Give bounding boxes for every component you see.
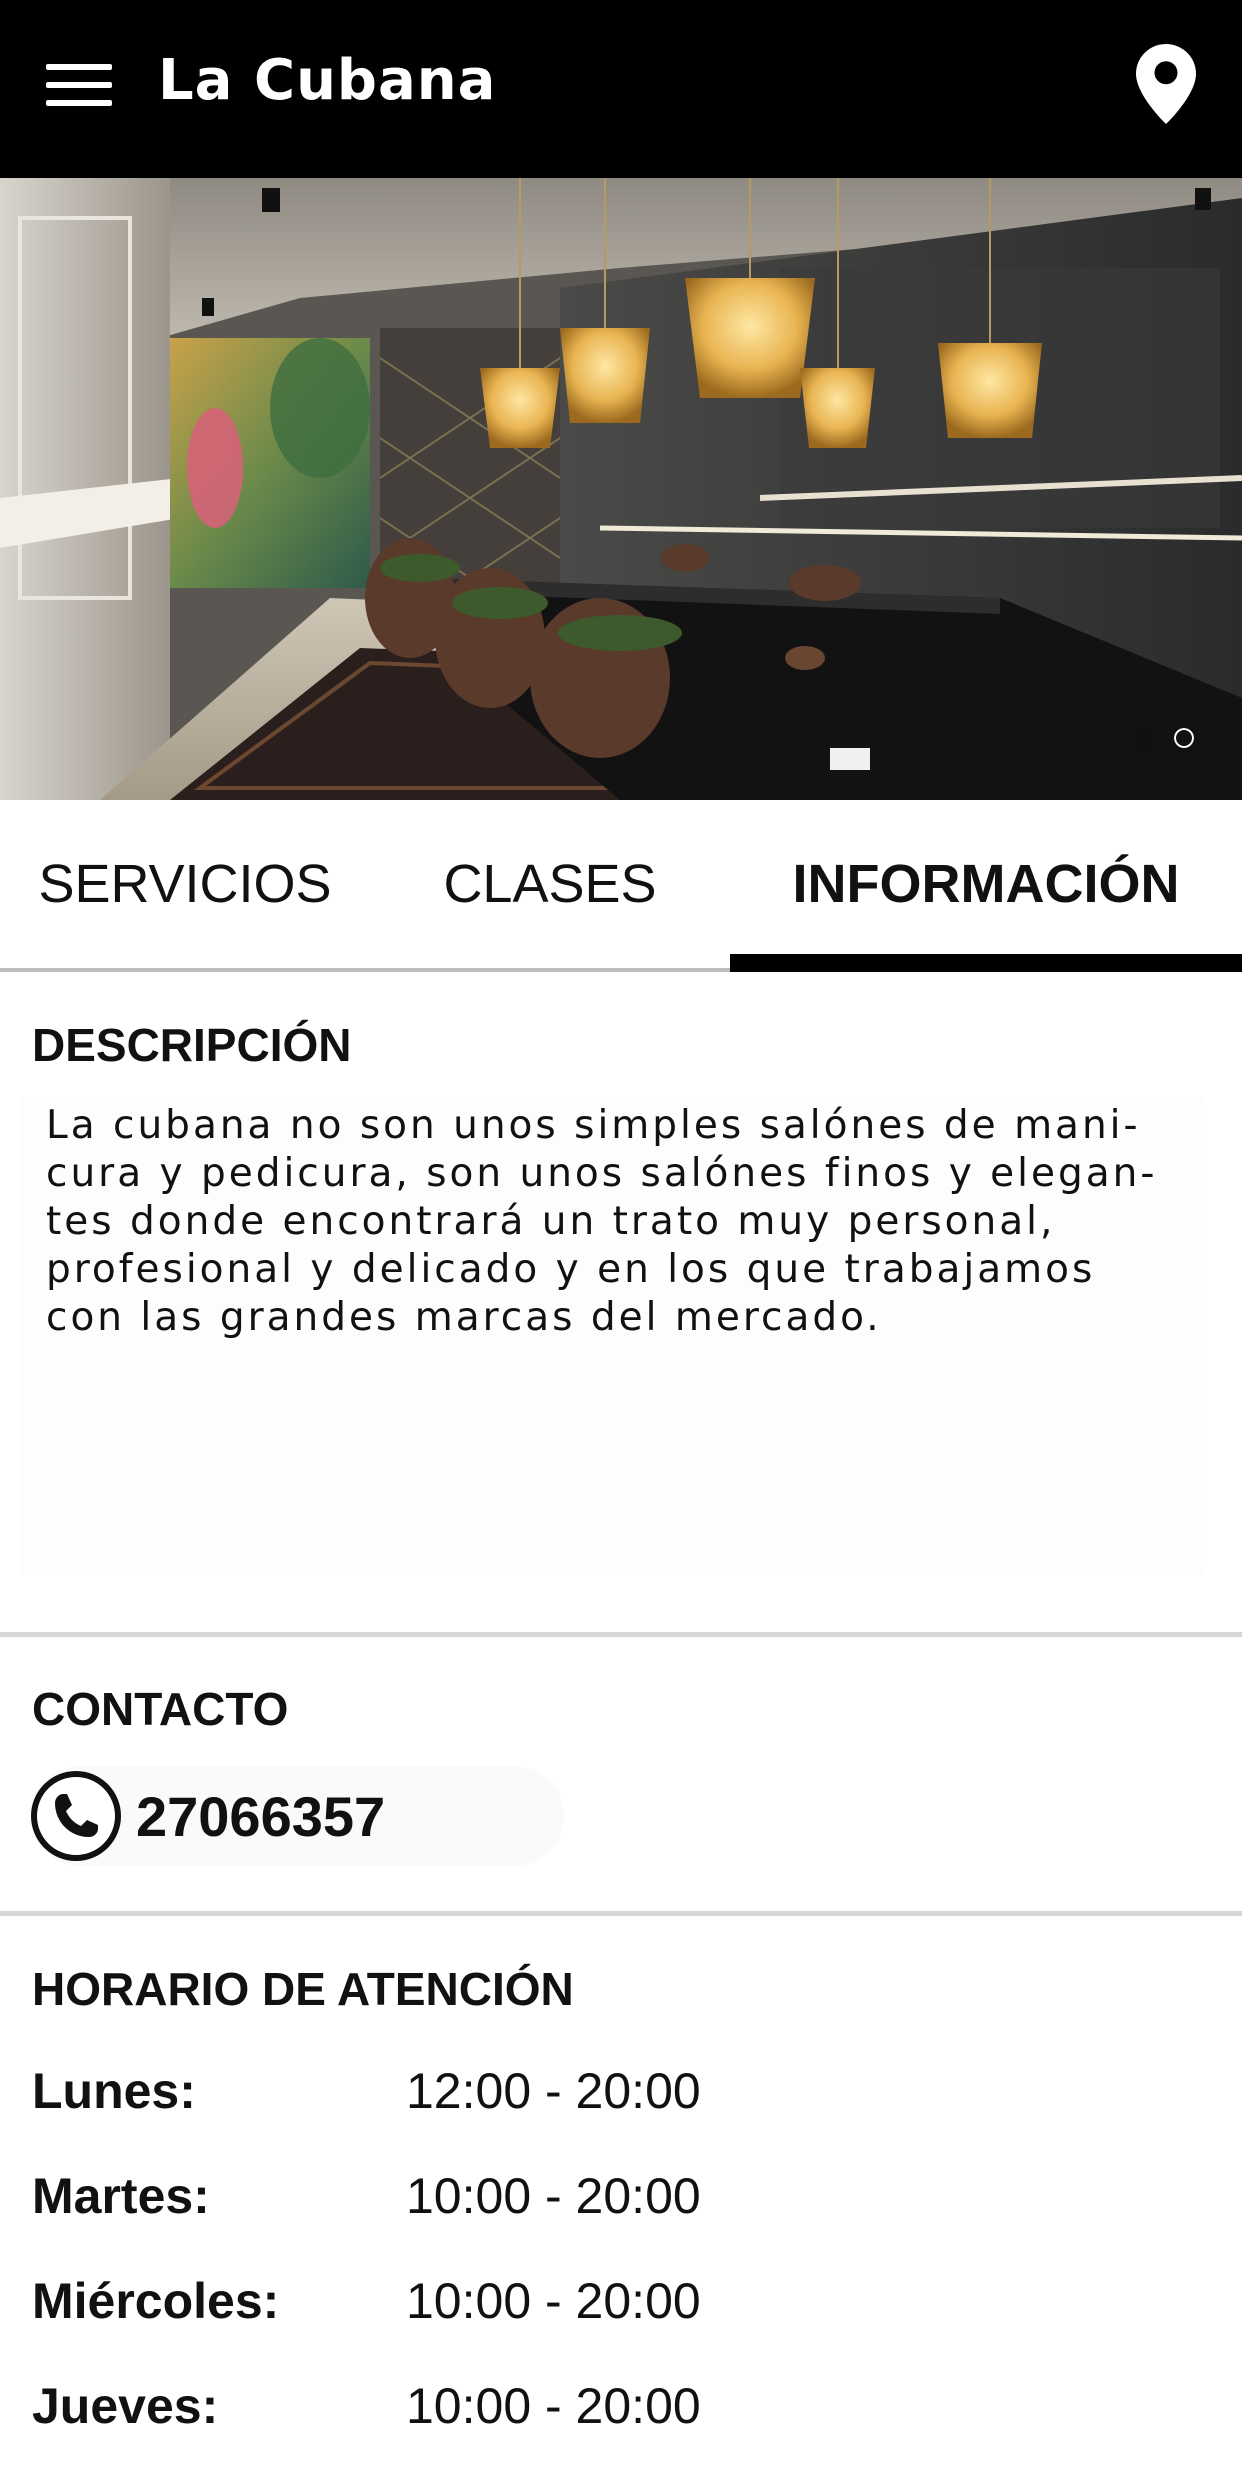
carousel-image (0, 178, 1242, 800)
map-pin-icon[interactable] (1136, 44, 1196, 124)
app-bar: La Cubana (0, 0, 1242, 178)
phone-number: 27066357 (136, 1785, 386, 1848)
description-line-4: profesional y delicado y en los que trab… (46, 1247, 1096, 1292)
tab-servicios[interactable]: SERVICIOS (0, 800, 370, 968)
description-line-1: La cubana no son unos simples salónes de… (46, 1103, 1141, 1148)
hours-row: Jueves: 10:00 - 20:00 (32, 2377, 1212, 2447)
tab-informacion[interactable]: INFORMACIÓN (730, 800, 1242, 968)
carousel-dot-1[interactable] (1130, 724, 1158, 752)
contact-title: CONTACTO (32, 1683, 289, 1735)
hamburger-menu-icon[interactable] (46, 60, 112, 110)
hours-time: 10:00 - 20:00 (406, 2273, 701, 2329)
hours-day: Miércoles: (32, 2273, 280, 2329)
hours-row: Lunes: 12:00 - 20:00 (32, 2062, 1212, 2132)
phone-icon (31, 1771, 121, 1861)
hours-row: Martes: 10:00 - 20:00 (32, 2167, 1212, 2237)
description-line-5: con las grandes marcas del mercado. (46, 1295, 882, 1340)
hours-title: HORARIO DE ATENCIÓN (32, 1963, 574, 2015)
hours-time: 10:00 - 20:00 (406, 2168, 701, 2224)
carousel-indicator (1130, 724, 1198, 752)
hours-day: Lunes: (32, 2063, 196, 2119)
description-line-3: tes donde encontrará un trato muy person… (46, 1199, 1056, 1244)
hours-time: 12:00 - 20:00 (406, 2063, 701, 2119)
section-divider (0, 1632, 1242, 1637)
section-divider (0, 1911, 1242, 1916)
app-title: La Cubana (158, 48, 497, 113)
phone-contact-button[interactable]: 27066357 (30, 1766, 564, 1866)
description-line-2: cura y pedicura, son unos salónes finos … (46, 1151, 1158, 1196)
hours-row: Miércoles: 10:00 - 20:00 (32, 2272, 1212, 2342)
description-title: DESCRIPCIÓN (32, 1019, 352, 1071)
hours-time: 10:00 - 20:00 (406, 2378, 701, 2434)
image-carousel[interactable] (0, 178, 1242, 800)
carousel-dot-2[interactable] (1170, 724, 1198, 752)
hours-day: Jueves: (32, 2378, 219, 2434)
description-text: La cubana no son unos simples salónes de… (46, 1102, 1206, 1342)
tab-selected-indicator (730, 954, 1242, 972)
tab-bar: SERVICIOS CLASES INFORMACIÓN (0, 800, 1242, 972)
tab-clases[interactable]: CLASES (370, 800, 730, 968)
hours-day: Martes: (32, 2168, 210, 2224)
